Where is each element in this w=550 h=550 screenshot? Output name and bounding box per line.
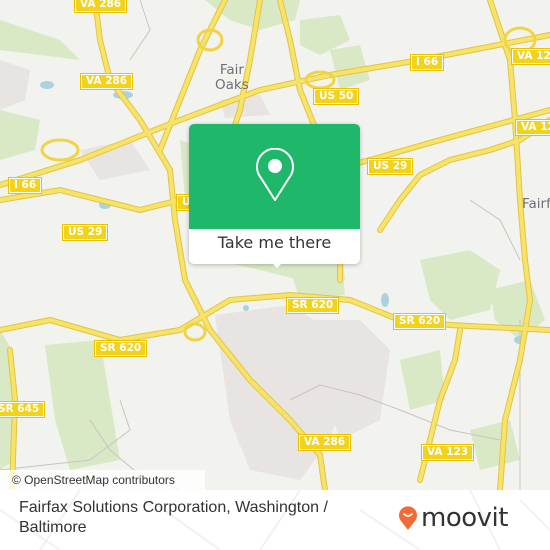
road-shield-va286: VA 286 (74, 0, 128, 13)
moovit-wordmark: moovit (421, 503, 508, 533)
location-pin-icon (256, 148, 294, 201)
road-shield-us50: US 50 (313, 88, 360, 105)
road-shield-sr620: SR 620 (94, 340, 148, 357)
road-shield-va123: VA 123 (511, 48, 550, 65)
road-shield-i66: I 66 (8, 177, 43, 194)
road-shield-i66: I 66 (410, 54, 445, 71)
road-shield-sr620: SR 620 (286, 297, 340, 314)
popup-header (189, 124, 360, 229)
moovit-pin-icon (399, 506, 417, 530)
moovit-logo[interactable]: moovit (398, 503, 508, 533)
take-me-there-popup[interactable]: Take me there (189, 124, 360, 268)
map[interactable]: Fair Oaks Fairfax VA 286 VA 286 I 66 I 6… (0, 0, 550, 490)
road-shield-us29: US 29 (367, 158, 414, 175)
road-shield-va123: VA 123 (421, 444, 475, 461)
place-label-fair-oaks: Fair Oaks (215, 62, 249, 93)
road-shield-va286: VA 286 (298, 434, 352, 451)
place-title: Fairfax Solutions Corporation, Washingto… (19, 499, 328, 536)
take-me-there-button[interactable]: Take me there (189, 231, 360, 255)
map-attribution[interactable]: © OpenStreetMap contributors (0, 470, 205, 490)
footer: Fairfax Solutions Corporation, Washingto… (0, 490, 550, 550)
place-label-fairfax: Fairfax (522, 196, 550, 212)
road-shield-va286: VA 286 (80, 73, 134, 90)
road-shield-us29: US 29 (62, 224, 109, 241)
road-shield-sr645: SR 645 (0, 401, 46, 418)
road-shield-va123: VA 123 (515, 119, 550, 136)
popup-pointer (269, 260, 285, 268)
road-shield-sr620: SR 620 (393, 313, 447, 330)
